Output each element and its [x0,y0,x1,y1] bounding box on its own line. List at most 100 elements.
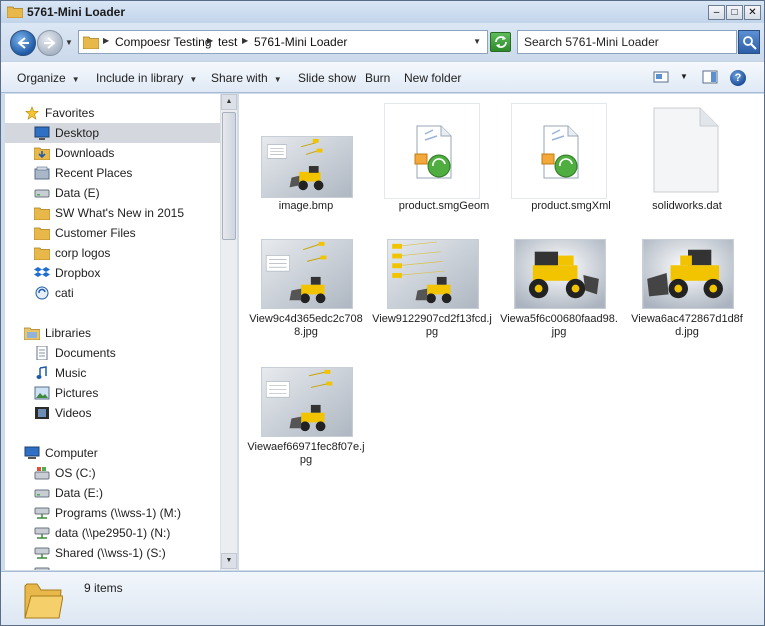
sidebar-item-data-n[interactable]: data (\\pe2950-1) (N:) [5,523,220,543]
sidebar-item-corp-logos[interactable]: corp logos [5,243,220,263]
slide-show-button[interactable]: Slide show [298,71,356,85]
organize-menu[interactable]: Organize ▼ [17,71,80,85]
breadcrumb-5761-mini-loader[interactable]: 5761-Mini Loader [254,35,347,49]
sidebar-item-label: cati [55,286,74,300]
sidebar-item-music[interactable]: Music [5,363,220,383]
breadcrumb-separator[interactable]: ▶ [103,36,109,45]
favorites-label: Favorites [45,106,95,120]
scroll-thumb[interactable] [222,112,236,240]
system-drive-icon [34,467,50,480]
dropbox-icon [34,267,50,277]
view-options-dropdown[interactable]: ▼ [680,72,688,81]
sidebar-item-label: OS (C:) [55,466,96,480]
window-title: 5761-Mini Loader [27,5,126,19]
file-item-viewaef66971fec8f07e[interactable]: Viewaef66971fec8f07e.jpg [246,367,366,497]
share-with-menu[interactable]: Share with ▼ [211,71,282,85]
sidebar-item-label: Recent Places [55,166,133,180]
search-input[interactable]: Search 5761-Mini Loader [517,30,737,54]
sidebar-item-videos[interactable]: Videos [5,403,220,423]
burn-button[interactable]: Burn [365,71,390,85]
sidebar-item-label: Pictures [55,386,99,400]
nav-computer[interactable]: Computer [5,443,220,463]
address-dropdown-button[interactable]: ▼ [473,37,481,46]
image-thumbnail [514,239,606,309]
cati-icon [35,286,49,300]
nav-scrollbar[interactable]: ▲ ▼ [220,94,237,570]
breadcrumb-compoesr-testing[interactable]: Compoesr Testing [115,35,212,49]
nav-favorites[interactable]: Favorites [5,103,220,123]
file-name: product.smgGeom [398,200,490,212]
sidebar-item-recent-places[interactable]: Recent Places [5,163,220,183]
minimize-button[interactable]: – [708,5,725,20]
change-view-icon[interactable] [653,70,669,84]
new-folder-button[interactable]: New folder [404,71,461,85]
search-button[interactable] [738,30,760,54]
file-item-product-smggeom[interactable]: product.smgGeom [372,102,492,232]
sidebar-item-pictures[interactable]: Pictures [5,383,220,403]
sidebar-item-cati[interactable]: cati [5,283,220,303]
help-icon[interactable]: ? [730,70,746,86]
sidebar-item-programs-m[interactable]: Programs (\\wss-1) (M:) [5,503,220,523]
include-label: Include in library [96,71,184,85]
image-thumbnail [261,239,353,309]
sidebar-item-sw-whats-new[interactable]: SW What's New in 2015 [5,203,220,223]
forward-arrow-icon [44,37,56,49]
sidebar-item-desktop[interactable]: Desktop [5,123,220,143]
sidebar-item-data-e[interactable]: Data (E) [5,183,220,203]
sidebar-item-data-e-drive[interactable]: Data (E:) [5,483,220,503]
documents-icon [36,346,48,360]
sidebar-item-customer-files[interactable]: Customer Files [5,223,220,243]
organize-label: Organize [17,71,66,85]
pictures-icon [34,386,50,400]
preview-pane-icon[interactable] [702,70,718,84]
scroll-down-button[interactable]: ▼ [221,553,237,569]
recent-pages-button[interactable]: ▼ [65,38,73,47]
computer-icon [24,446,40,459]
file-name: View9122907cd2f13fcd.jpg [372,313,492,338]
scroll-up-button[interactable]: ▲ [221,94,237,110]
close-button[interactable]: ✕ [744,5,761,20]
sidebar-item-os-c[interactable]: OS (C:) [5,463,220,483]
composer-document-icon [414,125,452,179]
file-item-view9122907cd2f13fcd[interactable]: View9122907cd2f13fcd.jpg [372,239,492,369]
network-drive-icon [34,507,50,519]
folder-icon [24,583,63,619]
file-name: Viewa6ac472867d1d8fd.jpg [631,313,743,338]
file-item-product-smgxml[interactable]: product.smgXml [499,102,619,232]
drive-icon [34,489,50,498]
address-row: ▼ ▶ Compoesr Testing ▶ test ▶ 5761-Mini … [1,23,764,61]
breadcrumb-separator[interactable]: ▶ [242,36,248,45]
back-button[interactable] [10,30,36,56]
nav-libraries[interactable]: Libraries [5,323,220,343]
forward-button[interactable] [37,30,63,56]
composer-document-icon [541,125,579,179]
sidebar-item-dropbox[interactable]: Dropbox [5,263,220,283]
file-item-solidworks-dat[interactable]: solidworks.dat [627,102,747,232]
sidebar-item-label: Data (E) [55,186,100,200]
drive-icon [34,189,50,198]
folder-icon [34,247,50,260]
network-drive-icon [34,567,50,570]
refresh-button[interactable] [490,32,511,52]
sidebar-item-partial[interactable] [5,563,220,570]
sidebar-item-label: data (\\pe2950-1) (N:) [55,526,171,540]
sidebar-item-documents[interactable]: Documents [5,343,220,363]
sidebar-item-downloads[interactable]: Downloads [5,143,220,163]
maximize-button[interactable]: □ [726,5,743,20]
include-in-library-menu[interactable]: Include in library ▼ [96,71,197,85]
breadcrumb-test[interactable]: test [218,35,237,49]
file-name: View9c4d365edc2c7088.jpg [249,313,363,338]
address-bar[interactable]: ▶ Compoesr Testing ▶ test ▶ 5761-Mini Lo… [78,30,488,54]
libraries-label: Libraries [45,326,92,340]
file-item-view9c4d365edc2c7088[interactable]: View9c4d365edc2c7088.jpg [246,239,366,369]
sidebar-item-label: SW What's New in 2015 [55,206,185,220]
folder-icon [7,6,23,18]
blank-file-icon [653,107,719,193]
sidebar-item-shared-s[interactable]: Shared (\\wss-1) (S:) [5,543,220,563]
file-item-viewa6ac472867d1d8fd[interactable]: Viewa6ac472867d1d8fd.jpg [627,239,747,369]
breadcrumb-separator[interactable]: ▶ [207,36,213,45]
file-item-viewa5f6c00680faad98[interactable]: Viewa5f6c00680faad98.jpg [499,239,619,369]
file-item-image-bmp[interactable]: image.bmp [246,102,366,232]
explorer-window: 5761-Mini Loader – □ ✕ ▼ ▶ Compoesr Test… [0,0,765,626]
downloads-folder-icon [34,147,50,160]
